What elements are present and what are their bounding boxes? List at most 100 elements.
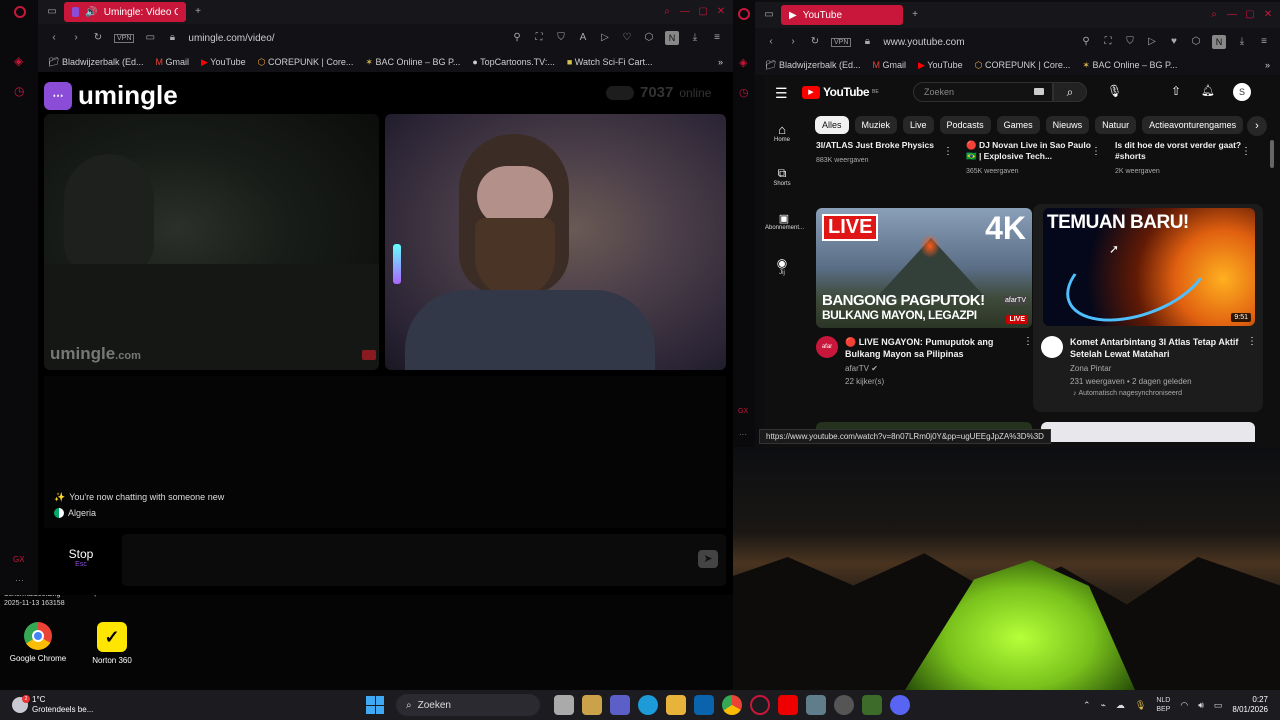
shield-icon[interactable]: ⛉: [1124, 36, 1136, 48]
volume-icon[interactable]: 🔊︎: [1198, 700, 1204, 711]
store-icon[interactable]: [582, 695, 602, 715]
stop-button[interactable]: Stop Esc: [46, 532, 116, 582]
task-view-icon[interactable]: [554, 695, 574, 715]
search-tabs-icon[interactable]: ⌕: [1208, 9, 1220, 21]
send-icon[interactable]: ➤: [698, 550, 718, 568]
chip-all[interactable]: Alles: [815, 116, 849, 134]
video-thumbnail-comet[interactable]: TEMUAN BARU! 9:51: [1043, 208, 1255, 326]
channel-name-afartv[interactable]: afarTV ✔: [845, 364, 878, 373]
more-options-icon[interactable]: ⋮: [1091, 146, 1101, 157]
more-options-icon[interactable]: ⋮: [943, 146, 953, 157]
search-input[interactable]: Zoeken: [913, 82, 1053, 102]
forward-icon[interactable]: ›: [70, 32, 82, 44]
play-icon[interactable]: ▷: [599, 32, 611, 44]
download-icon[interactable]: ⤓: [689, 32, 701, 44]
profile-avatar[interactable]: N: [1212, 35, 1226, 49]
bookmark-bac[interactable]: ✶ BAC Online – BG P...: [1082, 60, 1177, 71]
keyboard-icon[interactable]: [1034, 88, 1044, 95]
calculator-icon[interactable]: [806, 695, 826, 715]
sidebar-shorts[interactable]: ⧉ Shorts: [765, 166, 799, 187]
profile-avatar[interactable]: N: [665, 31, 679, 45]
more-icon[interactable]: ···: [15, 575, 24, 585]
chip-games[interactable]: Games: [996, 116, 1040, 134]
opera-logo-icon[interactable]: [14, 6, 26, 18]
vpn-badge[interactable]: VPN: [831, 37, 852, 47]
bookmark-gmail[interactable]: M Gmail: [872, 60, 906, 70]
next-thumbnail-2[interactable]: [1041, 422, 1255, 442]
language-indicator[interactable]: NLD BEP: [1156, 696, 1170, 714]
bookmark-scifi[interactable]: ■ Watch Sci-Fi Cart...: [567, 57, 653, 67]
heart-icon[interactable]: ♥: [1168, 36, 1180, 48]
teams-icon[interactable]: [610, 695, 630, 715]
pin-icon[interactable]: ⚲: [1080, 36, 1092, 48]
clock[interactable]: 0:27 8/01/2026: [1232, 695, 1268, 715]
chip-nature[interactable]: Natuur: [1095, 116, 1137, 134]
messenger-icon[interactable]: ◈: [14, 54, 23, 68]
url-field[interactable]: www.youtube.com: [883, 37, 964, 48]
file-explorer-icon[interactable]: [666, 695, 686, 715]
more-options-icon[interactable]: ⋮: [1247, 336, 1257, 347]
bookmarks-more-icon[interactable]: »: [1265, 60, 1270, 70]
tray-overflow-icon[interactable]: ⌃: [1083, 700, 1091, 711]
screenshot-icon[interactable]: ⛶: [1102, 36, 1114, 48]
chip-news[interactable]: Nieuws: [1045, 116, 1090, 134]
cloud-icon[interactable]: ☁: [1116, 700, 1125, 711]
chip-action-adventure[interactable]: Actieavonturengames: [1142, 116, 1244, 134]
youtube-taskbar-icon[interactable]: [778, 695, 798, 715]
scrollbar[interactable]: [1270, 140, 1274, 168]
video-card-top-1[interactable]: 3I/ATLAS Just Broke Physics 883K weergav…: [816, 140, 946, 166]
wifi-off-icon[interactable]: ⌁: [1100, 700, 1105, 711]
back-icon[interactable]: ‹: [48, 32, 60, 44]
close-icon[interactable]: ✕: [1262, 9, 1274, 21]
video-thumbnail-mayon[interactable]: LIVE 4K BANGONG PAGPUTOK! BULKANG MAYON,…: [816, 208, 1032, 328]
outlook-icon[interactable]: [694, 695, 714, 715]
bookmark-folder[interactable]: 📁︎ Bladwijzerbalk (Ed...: [48, 57, 143, 68]
bookmark-corepunk[interactable]: ⬡ COREPUNK | Core...: [975, 60, 1071, 71]
start-button[interactable]: [366, 696, 384, 714]
chip-music[interactable]: Muziek: [854, 116, 898, 134]
video-card-top-2[interactable]: 🔴 DJ Novan Live in Sao Paulo 🇧🇷 | Explos…: [966, 140, 1094, 177]
new-tab-icon[interactable]: +: [192, 6, 204, 18]
extensions-icon[interactable]: ⬡: [643, 32, 655, 44]
vpn-badge[interactable]: VPN: [114, 33, 135, 43]
url-field[interactable]: umingle.com/video/: [188, 33, 274, 44]
maximize-icon[interactable]: ▢: [1244, 9, 1256, 21]
bookmark-corepunk[interactable]: ⬡ COREPUNK | Core...: [258, 57, 354, 68]
sound-icon[interactable]: 🔊: [85, 7, 97, 18]
opera-gx-taskbar-icon[interactable]: [750, 695, 770, 715]
channel-avatar-zonapintar[interactable]: [1041, 336, 1063, 358]
minimize-icon[interactable]: —: [1226, 9, 1238, 21]
pin-icon[interactable]: ⚲: [511, 32, 523, 44]
new-tab-icon[interactable]: +: [909, 9, 921, 21]
search-button[interactable]: ⌕: [1053, 82, 1087, 102]
desktop-icon-norton[interactable]: ✓ Norton 360: [82, 622, 142, 665]
chrome-taskbar-icon[interactable]: [722, 695, 742, 715]
toggle-switch[interactable]: [606, 85, 634, 100]
network-icon[interactable]: ◠: [1180, 700, 1188, 711]
gx-corner-icon[interactable]: GX: [13, 555, 25, 564]
more-options-icon[interactable]: ⋮: [1023, 336, 1033, 347]
history-icon[interactable]: ◷: [14, 84, 24, 98]
close-icon[interactable]: ✕: [715, 6, 727, 18]
menu-icon[interactable]: ≡: [1258, 36, 1270, 48]
sidebar-subscriptions[interactable]: ▣ Abonnement...: [765, 212, 804, 231]
upload-icon[interactable]: ⇧: [1171, 84, 1181, 98]
account-avatar[interactable]: S: [1233, 83, 1251, 101]
bookmark-youtube[interactable]: ▶ YouTube: [918, 60, 963, 71]
back-icon[interactable]: ‹: [765, 36, 777, 48]
microphone-icon[interactable]: 🎙︎: [1107, 84, 1122, 98]
bookmark-gmail[interactable]: M Gmail: [155, 57, 189, 67]
notifications-icon[interactable]: 🔔︎: [1201, 84, 1215, 97]
bookmarks-more-icon[interactable]: »: [718, 57, 723, 67]
reload-icon[interactable]: ↻: [809, 36, 821, 48]
chip-next-icon[interactable]: ›: [1247, 116, 1267, 136]
report-flag-icon[interactable]: [362, 350, 376, 360]
more-options-icon[interactable]: ⋮: [1241, 146, 1251, 157]
microphone-tray-icon[interactable]: 🎙︎: [1135, 700, 1146, 711]
forward-icon[interactable]: ›: [787, 36, 799, 48]
bookmark-youtube[interactable]: ▶ YouTube: [201, 57, 246, 68]
menu-icon[interactable]: ≡: [711, 32, 723, 44]
battery-icon[interactable]: ▭: [1214, 700, 1223, 711]
maximize-icon[interactable]: ▢: [697, 6, 709, 18]
tab-menu-icon[interactable]: ▭: [763, 9, 775, 21]
